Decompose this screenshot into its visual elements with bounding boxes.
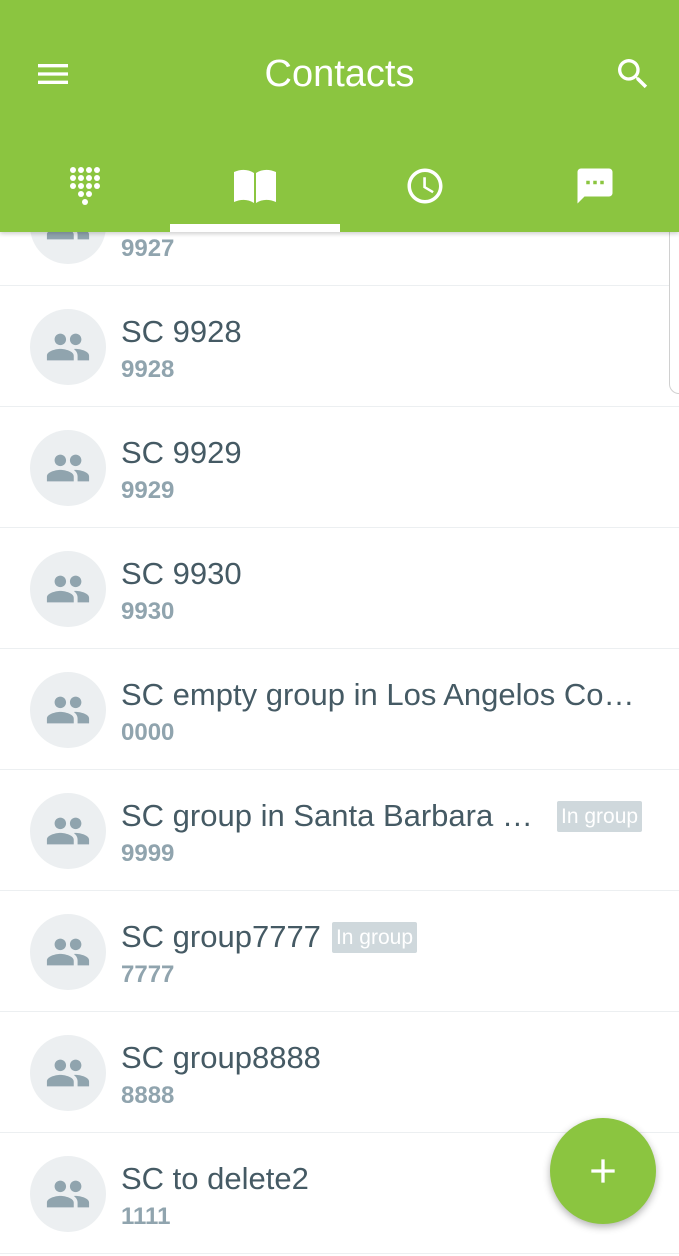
contact-number: 7777 <box>121 961 175 988</box>
contact-name: SC 9930 <box>121 556 242 591</box>
group-avatar <box>30 1035 106 1111</box>
contact-number: 9999 <box>121 840 175 867</box>
recent-clock-icon <box>407 168 443 204</box>
group-icon <box>46 575 90 603</box>
group-icon <box>46 817 90 845</box>
app-bar: Contacts <box>0 0 679 232</box>
search-icon <box>618 59 648 89</box>
group-icon <box>46 1180 90 1208</box>
contact-name: SC to delete2 <box>121 1161 309 1196</box>
group-icon <box>46 454 90 482</box>
contact-row[interactable]: SC empty group in Los Angelos County 000… <box>0 650 679 770</box>
group-icon <box>46 696 90 724</box>
contact-number: 9930 <box>121 598 175 625</box>
contact-number: 8888 <box>121 1082 175 1109</box>
contact-number: 0000 <box>121 719 175 746</box>
contact-row[interactable]: SC group in Santa Barbara County In grou… <box>0 771 679 891</box>
contact-row[interactable]: SC group7777 In group 7777 <box>0 892 679 1012</box>
contact-name: SC group7777 <box>121 919 321 954</box>
contact-name: SC empty group in Los Angelos County <box>121 677 636 712</box>
group-avatar <box>30 672 106 748</box>
contact-row[interactable]: SC 9928 9928 <box>0 287 679 407</box>
group-avatar <box>30 309 106 385</box>
contact-row[interactable]: SC 9930 9930 <box>0 529 679 649</box>
group-avatar <box>30 793 106 869</box>
group-avatar <box>30 1156 106 1232</box>
tab-contacts[interactable] <box>170 140 340 232</box>
selected-tab-indicator <box>170 224 340 232</box>
tab-dialpad[interactable] <box>0 140 170 232</box>
contact-name: SC group8888 <box>121 1040 321 1075</box>
contact-number: 9927 <box>121 235 175 262</box>
contact-row[interactable]: SC group8888 8888 <box>0 1013 679 1133</box>
contact-number: 1111 <box>121 1203 171 1230</box>
contact-name: SC 9929 <box>121 435 242 470</box>
tab-messages[interactable] <box>510 140 679 232</box>
contact-number: 9928 <box>121 356 175 383</box>
in-group-badge: In group <box>331 921 417 953</box>
dialpad-icon <box>70 167 100 205</box>
group-avatar <box>30 430 106 506</box>
search-button[interactable] <box>603 44 663 104</box>
contact-name: SC group in Santa Barbara County <box>121 798 546 833</box>
group-icon <box>46 938 90 966</box>
add-contact-button[interactable] <box>550 1118 656 1224</box>
page-title: Contacts <box>264 53 415 95</box>
contacts-book-icon <box>234 169 276 203</box>
group-icon <box>46 1059 90 1087</box>
group-avatar <box>30 551 106 627</box>
tab-recent[interactable] <box>340 140 510 232</box>
group-icon <box>46 333 90 361</box>
add-icon <box>591 1159 615 1183</box>
contact-row[interactable]: SC 9929 9929 <box>0 408 679 528</box>
chat-icon <box>577 168 613 204</box>
contact-number: 9929 <box>121 477 175 504</box>
group-avatar <box>30 914 106 990</box>
contact-name: SC 9928 <box>121 314 242 349</box>
in-group-badge: In group <box>557 800 643 832</box>
